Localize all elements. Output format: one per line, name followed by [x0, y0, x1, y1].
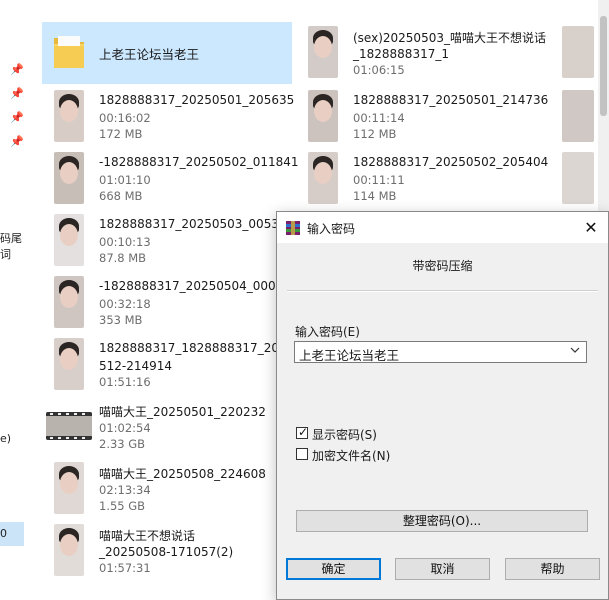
ok-button[interactable]: 确定	[286, 558, 381, 580]
file-duration: 00:32:18	[99, 297, 151, 311]
password-value: 上老王论坛当老王	[299, 348, 400, 363]
pin-icon[interactable]: 📌	[10, 64, 24, 76]
video-thumbnail	[46, 412, 92, 440]
file-name: 1828888317_1828888317_2025	[99, 341, 295, 355]
video-thumbnail	[54, 338, 84, 390]
folder-icon	[54, 36, 84, 68]
chevron-down-icon[interactable]	[570, 345, 580, 355]
file-size: 668 MB	[99, 189, 143, 203]
file-size: 172 MB	[99, 127, 143, 141]
list-item[interactable]: 1828888317_20250501_205635 00:16:02 172 …	[42, 86, 295, 148]
list-item[interactable]: 1828888317_1828888317_2025 512-214914 01…	[42, 334, 295, 396]
file-duration: 02:13:34	[99, 483, 151, 497]
video-thumbnail	[54, 524, 84, 576]
file-size: 353 MB	[99, 313, 143, 327]
checkmark-icon: ✓	[297, 425, 309, 439]
file-size: 87.8 MB	[99, 251, 147, 265]
help-button[interactable]: 帮助	[505, 558, 600, 580]
file-name: 1828888317_20250501_214736	[353, 93, 549, 107]
nav-item-selected[interactable]: 0	[0, 522, 24, 546]
pin-icon[interactable]: 📌	[10, 136, 24, 148]
file-name: 1828888317_20250502_205404	[353, 155, 549, 169]
file-duration: 01:57:31	[99, 561, 151, 575]
list-item[interactable]: -1828888317_20250504_00061 00:32:18 353 …	[42, 272, 292, 334]
show-password-checkbox[interactable]: ✓	[296, 425, 309, 439]
video-thumbnail[interactable]	[562, 90, 594, 142]
file-name: (sex)20250503_喵喵大王不想说话	[353, 31, 546, 45]
file-size: 1.55 GB	[99, 499, 146, 513]
divider	[287, 290, 598, 292]
winrar-icon	[286, 221, 300, 235]
file-duration: 00:11:11	[353, 173, 405, 187]
file-name-continued: _20250508-171057(2)	[99, 545, 234, 559]
file-name: 喵喵大王不想说话	[99, 529, 196, 543]
password-combobox[interactable]: 上老王论坛当老王	[294, 341, 587, 363]
organize-passwords-button[interactable]: 整理密码(O)...	[296, 510, 588, 532]
list-item[interactable]: -1828888317_20250502_011841 01:01:10 668…	[42, 148, 299, 210]
encrypt-filenames-checkbox[interactable]	[296, 448, 308, 460]
file-name: 1828888317_20250501_205635	[99, 93, 295, 107]
file-duration: 01:06:15	[353, 63, 405, 77]
video-thumbnail	[308, 152, 338, 204]
file-name: 上老王论坛当老王	[99, 47, 200, 62]
show-password-label[interactable]: 显示密码(S)	[312, 426, 377, 443]
nav-item-label[interactable]: 码尾词	[0, 230, 26, 262]
list-item[interactable]: 喵喵大王不想说话 _20250508-171057(2) 01:57:31	[42, 520, 292, 582]
file-size: 2.33 GB	[99, 437, 146, 451]
encrypt-filenames-label[interactable]: 加密文件名(N)	[312, 447, 390, 464]
video-thumbnail	[308, 26, 338, 78]
password-label: 输入密码(E)	[295, 325, 360, 339]
video-thumbnail	[54, 90, 84, 142]
file-duration: 00:16:02	[99, 111, 151, 125]
file-name: -1828888317_20250502_011841	[99, 155, 299, 169]
file-size: 114 MB	[353, 189, 397, 203]
file-duration: 00:11:14	[353, 111, 405, 125]
video-thumbnail[interactable]	[562, 26, 594, 78]
list-item[interactable]: 喵喵大王_20250501_220232 01:02:54 2.33 GB	[42, 396, 292, 458]
video-thumbnail	[308, 90, 338, 142]
list-item[interactable]: 1828888317_20250503_005306 00:10:13 87.8…	[42, 210, 295, 272]
file-duration: 00:10:13	[99, 235, 151, 249]
password-dialog: 输入密码 ✕ 带密码压缩 输入密码(E) 上老王论坛当老王 ✓ 显示密码(S) …	[276, 211, 609, 600]
video-thumbnail	[54, 276, 84, 328]
list-item[interactable]: 1828888317_20250501_214736 00:11:14 112 …	[296, 86, 558, 148]
close-icon: ✕	[584, 218, 598, 237]
dialog-titlebar[interactable]: 输入密码 ✕	[277, 212, 608, 243]
file-duration: 01:02:54	[99, 421, 151, 435]
list-item[interactable]: (sex)20250503_喵喵大王不想说话 _1828888317_1 01:…	[296, 22, 558, 84]
dialog-title: 输入密码	[307, 222, 356, 236]
navigation-pane: 📌 📌 📌 📌 码尾词 e) 0	[0, 0, 26, 600]
file-name-continued: 512-214914	[99, 359, 173, 373]
file-duration: 01:51:16	[99, 375, 151, 389]
dialog-caption: 带密码压缩	[412, 259, 473, 273]
nav-item-label[interactable]: e)	[0, 432, 11, 445]
list-item[interactable]: 喵喵大王_20250508_224608 02:13:34 1.55 GB	[42, 458, 292, 520]
video-thumbnail	[54, 152, 84, 204]
cancel-button[interactable]: 取消	[395, 558, 490, 580]
list-item[interactable]: 上老王论坛当老王	[42, 22, 292, 84]
file-name: 喵喵大王_20250501_220232	[99, 405, 266, 419]
file-size: 112 MB	[353, 127, 397, 141]
video-thumbnail	[54, 462, 84, 514]
list-item[interactable]: 1828888317_20250502_205404 00:11:11 114 …	[296, 148, 558, 210]
close-button[interactable]: ✕	[574, 212, 608, 243]
file-name: 喵喵大王_20250508_224608	[99, 467, 266, 481]
nav-item-label: 0	[0, 527, 7, 540]
file-name: -1828888317_20250504_00061	[99, 279, 291, 293]
pin-icon[interactable]: 📌	[10, 112, 24, 124]
file-name-continued: _1828888317_1	[353, 47, 449, 61]
scrollbar-thumb[interactable]	[600, 16, 607, 116]
pin-icon[interactable]: 📌	[10, 88, 24, 100]
video-thumbnail	[54, 214, 84, 266]
video-thumbnail[interactable]	[562, 152, 594, 204]
file-name: 1828888317_20250503_005306	[99, 217, 295, 231]
file-duration: 01:01:10	[99, 173, 151, 187]
